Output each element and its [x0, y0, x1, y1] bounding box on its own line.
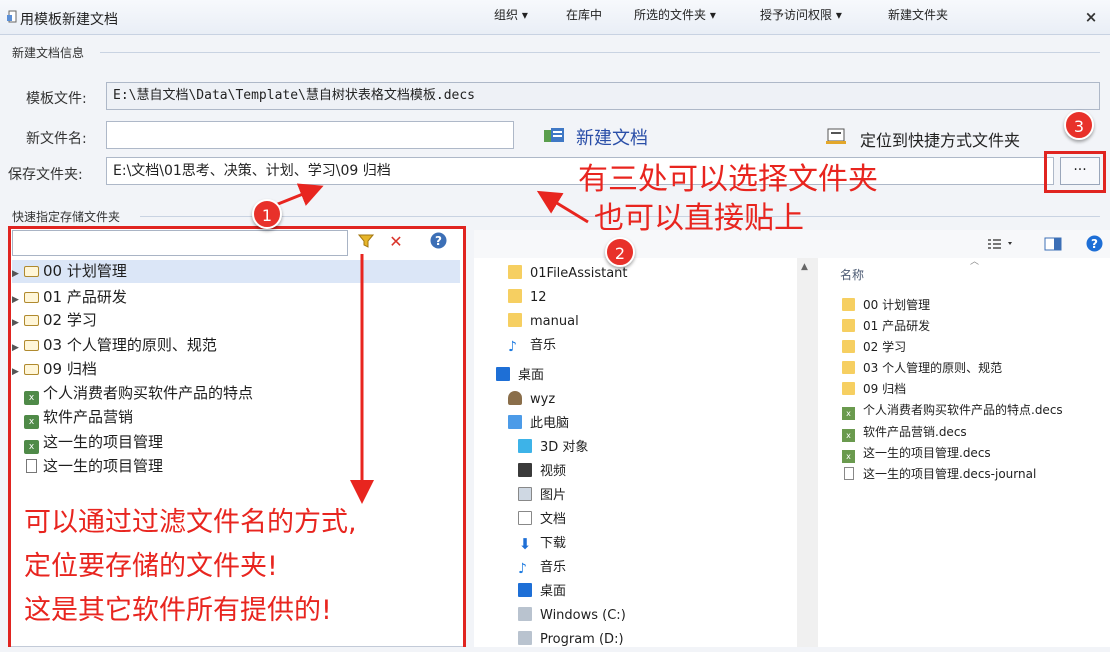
callout-badge-3: 3	[1064, 110, 1094, 140]
arrow-from-paste-note	[536, 190, 589, 224]
annotation-paste-directly: 也可以直接贴上	[594, 201, 804, 236]
annotation-three-places: 有三处可以选择文件夹	[578, 162, 878, 197]
annotation-filter-line-1: 可以通过过滤文件名的方式,	[24, 507, 357, 538]
annotation-filter-line-2: 定位要存储的文件夹!	[24, 551, 278, 582]
annotation-filter-line-3: 这是其它软件所有提供的!	[24, 595, 332, 626]
callout-badge-2: 2	[605, 237, 635, 267]
callout-badge-1: 1	[252, 199, 282, 229]
